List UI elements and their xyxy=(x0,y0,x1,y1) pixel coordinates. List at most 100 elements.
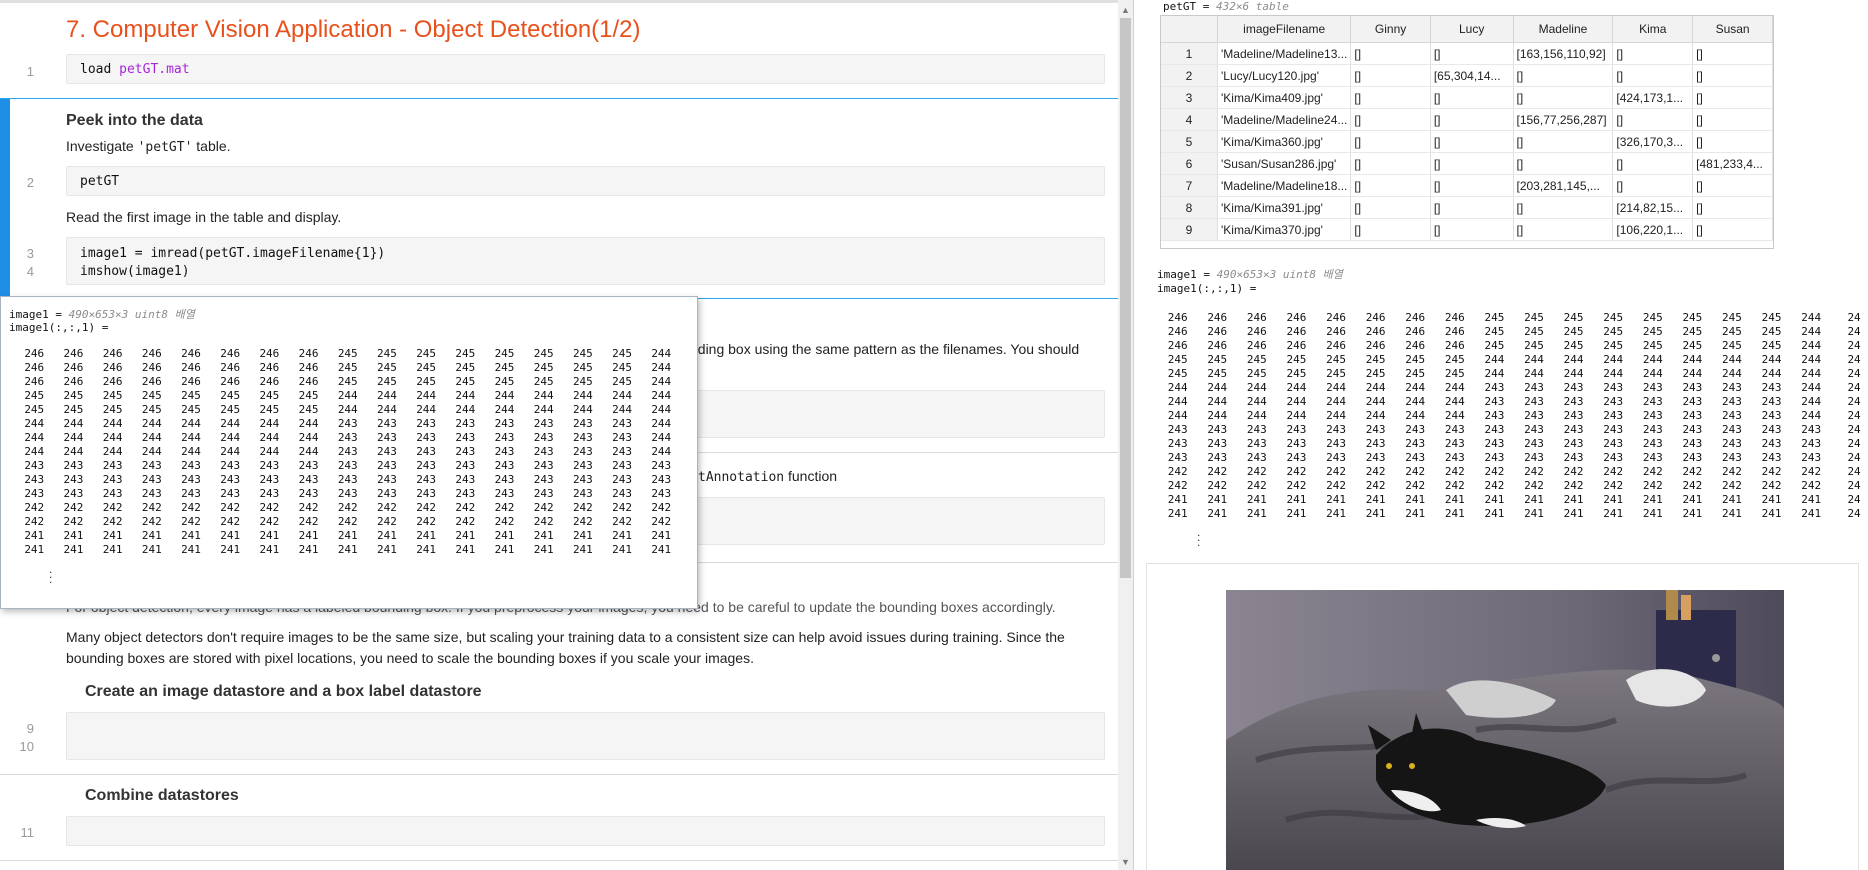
row-number[interactable]: 1 xyxy=(1161,42,1218,65)
partial-bbox-text[interactable]: nding box using the same pattern as the … xyxy=(690,341,1079,357)
row-number[interactable]: 2 xyxy=(1161,64,1218,87)
table-cell[interactable]: 'Madeline/Madeline24... xyxy=(1217,108,1352,131)
table-cell[interactable]: [424,173,1... xyxy=(1612,86,1694,109)
table-cell[interactable]: [] xyxy=(1350,42,1431,65)
column-header[interactable]: Kima xyxy=(1612,16,1694,43)
table-cell[interactable]: 'Kima/Kima370.jpg' xyxy=(1217,218,1352,241)
row-number[interactable]: 5 xyxy=(1161,130,1218,153)
row-number[interactable]: 8 xyxy=(1161,196,1218,219)
table-cell[interactable]: [326,170,3... xyxy=(1612,130,1694,153)
table-cell[interactable]: [] xyxy=(1513,152,1614,175)
table-cell[interactable]: [] xyxy=(1612,42,1694,65)
table-cell[interactable]: [] xyxy=(1350,108,1431,131)
scroll-up-icon[interactable]: ▲ xyxy=(1120,4,1131,16)
cat-image[interactable] xyxy=(1226,590,1784,870)
column-header[interactable]: Lucy xyxy=(1430,16,1514,43)
heading-create-datastore[interactable]: Create an image datastore and a box labe… xyxy=(85,683,482,701)
table-cell[interactable]: [] xyxy=(1692,108,1773,131)
table-row[interactable]: 4 'Madeline/Madeline24...[][] [156,77,256,… xyxy=(1161,108,1773,131)
table-cell[interactable]: [] xyxy=(1692,42,1773,65)
petgt-table[interactable]: imageFilename Ginny Lucy Madeline Kima Susan … xyxy=(1160,15,1774,249)
page-title[interactable]: 7. Computer Vision Application - Object … xyxy=(66,16,641,44)
row-number[interactable]: 3 xyxy=(1161,86,1218,109)
table-cell[interactable]: [] xyxy=(1350,196,1431,219)
table-cell[interactable]: [] xyxy=(1350,152,1431,175)
table-cell[interactable]: [] xyxy=(1513,130,1614,153)
table-cell[interactable]: 'Susan/Susan286.jpg' xyxy=(1217,152,1352,175)
table-row[interactable]: 9 'Kima/Kima370.jpg'[][][] [106,220,1...[] xyxy=(1161,218,1773,241)
code-block-petgt[interactable]: petGT xyxy=(66,166,1105,196)
table-cell[interactable]: 'Madeline/Madeline13... xyxy=(1217,42,1352,65)
table-cell[interactable]: [] xyxy=(1692,130,1773,153)
table-cell[interactable]: [] xyxy=(1612,108,1694,131)
table-row[interactable]: 1 'Madeline/Madeline13...[][] [163,156,110… xyxy=(1161,42,1773,65)
table-cell[interactable]: 'Lucy/Lucy120.jpg' xyxy=(1217,64,1352,87)
column-header[interactable]: Susan xyxy=(1692,16,1773,43)
table-cell[interactable]: [] xyxy=(1430,42,1514,65)
table-cell[interactable]: [] xyxy=(1692,218,1773,241)
code-line-imshow[interactable]: imshow(image1) xyxy=(80,264,190,279)
peek-description[interactable]: Investigate 'petGT' table. xyxy=(66,138,231,155)
read-description[interactable]: Read the first image in the table and di… xyxy=(66,209,341,225)
scaling-paragraph-line2[interactable]: bounding boxes are stored with pixel loc… xyxy=(66,650,754,666)
table-cell[interactable]: 'Kima/Kima360.jpg' xyxy=(1217,130,1352,153)
table-cell[interactable]: [65,304,14... xyxy=(1430,64,1514,87)
table-cell[interactable]: [] xyxy=(1513,86,1614,109)
table-cell[interactable]: [156,77,256,287] xyxy=(1513,108,1614,131)
table-cell[interactable]: [] xyxy=(1692,86,1773,109)
partial-annotation-text[interactable]: tAnnotation function xyxy=(698,468,837,485)
table-cell[interactable]: [] xyxy=(1430,218,1514,241)
code-line-petgt[interactable]: petGT xyxy=(80,174,119,189)
table-cell[interactable]: [] xyxy=(1612,174,1694,197)
row-number[interactable]: 6 xyxy=(1161,152,1218,175)
table-cell[interactable]: [203,281,145,... xyxy=(1513,174,1614,197)
table-cell[interactable]: [] xyxy=(1513,218,1614,241)
table-cell[interactable]: [] xyxy=(1513,64,1614,87)
column-header[interactable]: Madeline xyxy=(1513,16,1614,43)
table-cell[interactable]: [] xyxy=(1692,64,1773,87)
table-cell[interactable]: [] xyxy=(1612,152,1694,175)
data-table[interactable]: imageFilename Ginny Lucy Madeline Kima Susan … xyxy=(1161,16,1773,241)
code-block-combine[interactable] xyxy=(66,816,1105,846)
code-block-load[interactable]: load petGT.mat xyxy=(66,54,1105,84)
row-number[interactable]: 4 xyxy=(1161,108,1218,131)
scroll-down-icon[interactable]: ▼ xyxy=(1120,856,1131,868)
column-header[interactable]: imageFilename xyxy=(1217,16,1352,43)
scrollbar-thumb[interactable] xyxy=(1120,18,1131,578)
table-cell[interactable]: 'Kima/Kima391.jpg' xyxy=(1217,196,1352,219)
table-cell[interactable]: [] xyxy=(1350,64,1431,87)
table-cell[interactable]: [106,220,1... xyxy=(1612,218,1694,241)
table-row[interactable]: 2 'Lucy/Lucy120.jpg'[] [65,304,14...[][][] xyxy=(1161,64,1773,87)
table-row[interactable]: 5 'Kima/Kima360.jpg'[][][] [326,170,3...[] xyxy=(1161,130,1773,153)
table-row[interactable]: 7 'Madeline/Madeline18...[][] [203,281,145… xyxy=(1161,174,1773,197)
table-cell[interactable]: [] xyxy=(1350,174,1431,197)
table-cell[interactable]: [] xyxy=(1430,152,1514,175)
code-line-load[interactable]: load petGT.mat xyxy=(80,62,190,77)
column-header[interactable]: Ginny xyxy=(1350,16,1431,43)
code-block-datastore[interactable] xyxy=(66,712,1105,760)
section-heading-peek[interactable]: Peek into the data xyxy=(66,112,203,130)
table-row[interactable]: 3 'Kima/Kima409.jpg'[][][] [424,173,1...[] xyxy=(1161,86,1773,109)
code-line-imread[interactable]: image1 = imread(petGT.imageFilename{1}) xyxy=(80,246,385,261)
table-cell[interactable]: [214,82,15... xyxy=(1612,196,1694,219)
table-cell[interactable]: [481,233,4... xyxy=(1692,152,1773,175)
table-cell[interactable]: [] xyxy=(1430,196,1514,219)
table-cell[interactable]: 'Kima/Kima409.jpg' xyxy=(1217,86,1352,109)
row-number[interactable]: 7 xyxy=(1161,174,1218,197)
table-cell[interactable]: 'Madeline/Madeline18... xyxy=(1217,174,1352,197)
output-popup[interactable]: image1 = 490×653×3 uint8 배열 image1(:,:,1… xyxy=(0,296,698,609)
table-cell[interactable]: [] xyxy=(1612,64,1694,87)
table-cell[interactable]: [163,156,110,92] xyxy=(1513,42,1614,65)
table-cell[interactable]: [] xyxy=(1350,86,1431,109)
table-cell[interactable]: [] xyxy=(1692,196,1773,219)
scaling-paragraph-line1[interactable]: Many object detectors don't require imag… xyxy=(66,629,1065,645)
table-cell[interactable]: [] xyxy=(1513,196,1614,219)
table-cell[interactable]: [] xyxy=(1430,86,1514,109)
table-cell[interactable]: [] xyxy=(1350,130,1431,153)
table-row[interactable]: 6 'Susan/Susan286.jpg'[][][][] [481,233,4.… xyxy=(1161,152,1773,175)
table-cell[interactable]: [] xyxy=(1430,108,1514,131)
table-cell[interactable]: [] xyxy=(1692,174,1773,197)
table-cell[interactable]: [] xyxy=(1430,174,1514,197)
code-block-imread[interactable]: image1 = imread(petGT.imageFilename{1}) … xyxy=(66,237,1105,285)
editor-scrollbar[interactable]: ▲ ▼ xyxy=(1118,0,1133,870)
